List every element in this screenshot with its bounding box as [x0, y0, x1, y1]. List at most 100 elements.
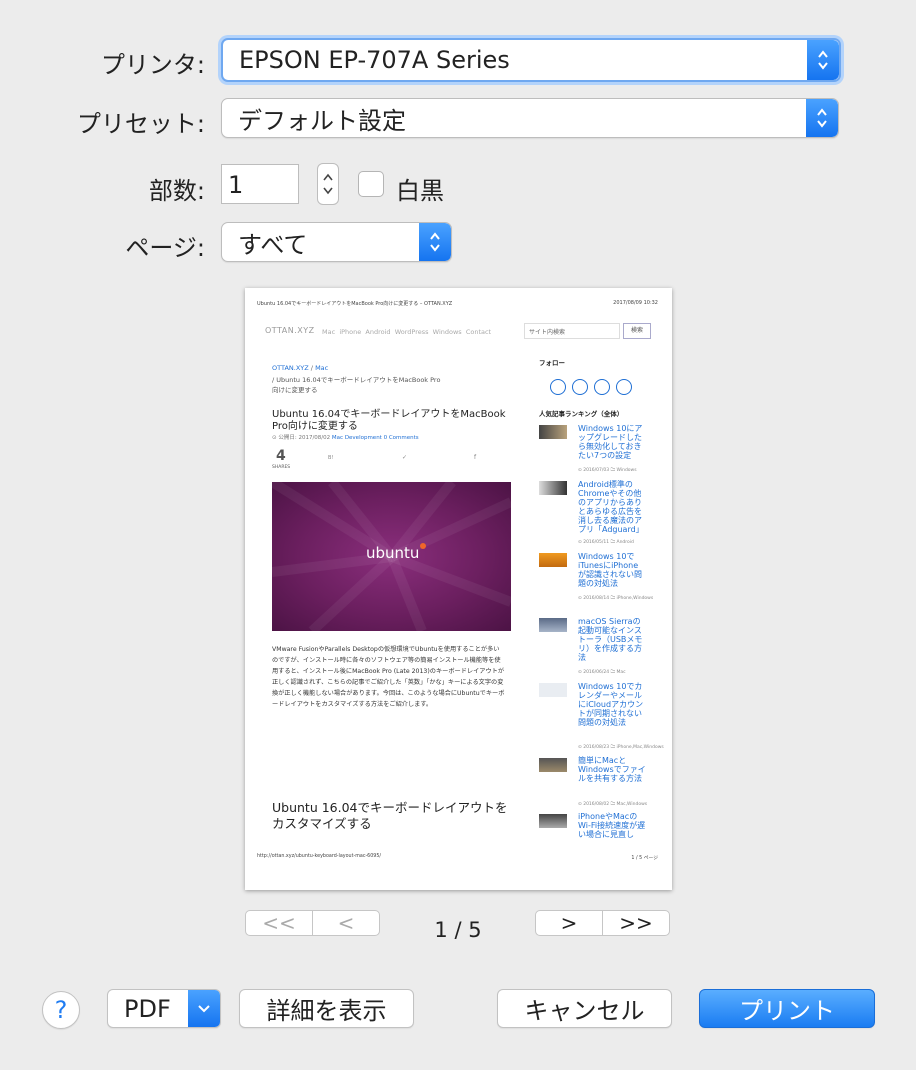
google-plus-icon: [594, 379, 610, 395]
ranking-title: macOS Sierraの起動可能なインストーラ（USBメモリ）を作成する方法: [578, 617, 643, 662]
copies-label: 部数:: [148, 177, 205, 205]
preview-footer-page: 1 / 5 ページ: [631, 856, 658, 861]
preview-footer-url: http://ottan.xyz/ubuntu-keyboard-layout-…: [257, 854, 382, 859]
double-chevron-right-icon: >>: [619, 911, 653, 935]
facebook-icon: f: [474, 454, 477, 461]
nav-item: iPhone: [339, 328, 362, 336]
follow-label: フォロー: [539, 359, 565, 367]
cancel-button[interactable]: キャンセル: [497, 989, 672, 1028]
ranking-title: Android標準のChromeやその他のアプリからありとあらゆる広告を消し去る…: [578, 480, 644, 534]
pager-back-group: << <: [245, 910, 380, 936]
printer-popup[interactable]: EPSON EP-707A Series: [221, 38, 841, 82]
chevron-updown-icon: [419, 223, 451, 261]
nav-item: WordPress: [394, 328, 429, 336]
prev-page-button[interactable]: <: [312, 911, 379, 935]
site-search-button: 検索: [623, 323, 651, 339]
page-indicator: 1 / 5: [434, 918, 482, 942]
chevron-right-icon: >: [560, 911, 578, 935]
nav-item: Android: [365, 328, 391, 336]
preview-header-date: 2017/08/09 10:32: [613, 300, 658, 306]
share-label: SHARES: [272, 465, 291, 470]
body-line: 正しく認識されず、こちらの記事でご紹介した「英数」「かな」キーによる文字の変: [272, 679, 504, 686]
ranking-thumb: [539, 425, 567, 439]
site-search-input: サイト内検索: [524, 323, 620, 339]
article-title-line2: Pro向けに変更する: [272, 421, 358, 432]
breadcrumb: OTTAN.XYZ / Mac: [272, 364, 328, 372]
twitter-icon: [550, 379, 566, 395]
first-page-button[interactable]: <<: [246, 911, 312, 935]
pdf-menu-button[interactable]: PDF: [107, 989, 221, 1028]
rss-icon: [616, 379, 632, 395]
share-count: 4: [276, 448, 286, 464]
preset-label: プリセット:: [76, 110, 205, 138]
ranking-title: iPhoneやMacのWi-Fi接続速度が遅い場合に見直し: [578, 812, 646, 839]
hatena-icon: B!: [328, 455, 334, 461]
ranking-thumb: [539, 618, 567, 632]
ranking-meta: ⊙ 2016/06/24 🗀 Mac: [578, 670, 626, 675]
section-title-line2: カスタマイズする: [272, 816, 372, 831]
preview-header-title: Ubuntu 16.04でキーボードレイアウトをMacBook Pro向けに変更…: [257, 301, 453, 307]
breadcrumb-home: OTTAN.XYZ: [272, 364, 309, 372]
twitter-icon: ✓: [402, 454, 408, 461]
bw-checkbox[interactable]: [358, 171, 384, 197]
hero-image: ubuntu: [272, 482, 511, 631]
ranking-thumb: [539, 758, 567, 772]
double-chevron-left-icon: <<: [262, 911, 296, 935]
ranking-thumb: [539, 553, 567, 567]
body-line: VMware FusionやParallels Desktopの仮想環境でUbu…: [272, 646, 500, 653]
breadcrumb-page-line2: 向けに変更する: [272, 386, 318, 394]
ranking-title: Windows 10にアップグレードしたら無効化しておきたい7つの設定: [578, 424, 643, 460]
preset-value: デフォルト設定: [238, 106, 406, 135]
next-page-button[interactable]: >: [536, 911, 602, 935]
ranking-thumb: [539, 814, 567, 828]
ranking-label: 人気記事ランキング（全体）: [539, 410, 624, 418]
breadcrumb-sep: /: [310, 364, 313, 372]
help-button[interactable]: ?: [42, 991, 80, 1029]
body-line: 用すると、インストール後にMacBook Pro (Late 2013)のキーボ…: [272, 668, 505, 675]
breadcrumb-category: Mac: [315, 364, 329, 372]
nav-item: Windows: [432, 328, 462, 336]
ranking-meta: ⊙ 2016/08/14 🗀 iPhone,Windows: [578, 596, 654, 601]
pdf-label: PDF: [124, 994, 171, 1023]
chevron-updown-icon: [806, 99, 838, 137]
search-placeholder: サイト内検索: [529, 329, 566, 336]
ranking-thumb: [539, 683, 567, 697]
printer-label: プリンタ:: [100, 51, 205, 79]
copies-stepper[interactable]: [317, 163, 339, 205]
bw-label: 白黒: [396, 177, 444, 205]
chevron-down-icon: [188, 990, 220, 1027]
ranking-meta: ⊙ 2016/08/02 🗀 Mac,Windows: [578, 802, 648, 807]
follow-icons: [550, 379, 632, 395]
article-body: VMware FusionやParallels Desktopの仮想環境でUbu…: [272, 644, 504, 710]
nav-item: Contact: [465, 328, 492, 336]
body-line: 換が正しく機能しない場合があります。今回は、このような場合にUbuntuでキーボ: [272, 690, 505, 697]
preset-popup[interactable]: デフォルト設定: [221, 98, 839, 138]
stepper-arrows-icon: [323, 173, 333, 195]
ranking-title: Windows 10でiTunesにiPhoneが認識されない問題の対処法: [578, 552, 642, 588]
ranking-title: 簡単にMacとWindowsでファイルを共有する方法: [578, 756, 646, 783]
facebook-icon: [572, 379, 588, 395]
pages-popup[interactable]: すべて: [221, 222, 452, 262]
pager-forward-group: > >>: [535, 910, 670, 936]
ranking-title: Windows 10でカレンダーやメールにiCloudアカウントが同期されない問…: [578, 682, 644, 727]
chevron-left-icon: <: [337, 911, 355, 935]
article-meta: ⊙ 公開日: 2017/08/02 Mac Development 0 Comm…: [272, 433, 419, 441]
print-button[interactable]: プリント: [699, 989, 875, 1028]
ranking-meta: ⊙ 2016/05/11 🗀 Android: [578, 540, 634, 545]
site-logo: OTTAN.XYZ: [265, 326, 315, 335]
question-icon: ?: [54, 996, 68, 1024]
ubuntu-logo-icon: [420, 543, 426, 549]
copies-field[interactable]: 1: [221, 164, 299, 204]
chevron-updown-icon: [807, 40, 839, 80]
ranking-meta: ⊙ 2016/07/03 🗀 Windows: [578, 468, 637, 473]
pages-label: ページ:: [125, 234, 205, 262]
show-details-button[interactable]: 詳細を表示: [239, 989, 414, 1028]
body-line: のですが、インストール時に各々のソフトウェア等の簡易インストール機能等を使: [272, 657, 501, 664]
print-preview: Ubuntu 16.04でキーボードレイアウトをMacBook Pro向けに変更…: [245, 288, 672, 890]
ubuntu-logo-text: ubuntu: [366, 544, 420, 562]
ranking-thumb: [539, 481, 567, 495]
site-nav: Mac iPhone Android WordPress Windows Con…: [322, 328, 491, 336]
body-line: ードレイアウトをカスタマイズする方法をご紹介します。: [272, 701, 433, 708]
nav-item: Mac: [322, 328, 336, 336]
last-page-button[interactable]: >>: [602, 911, 669, 935]
